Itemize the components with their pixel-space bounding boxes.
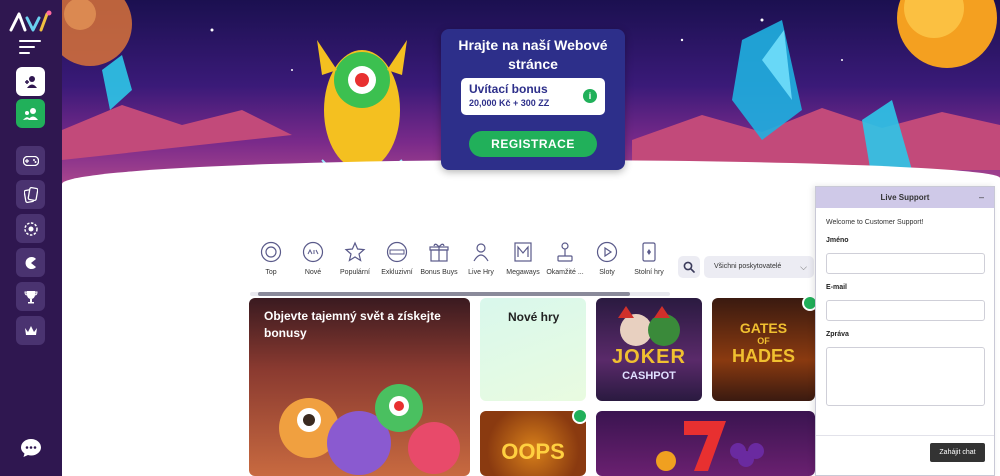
top-icon xyxy=(260,241,282,263)
category-popular[interactable]: Populární xyxy=(334,241,376,289)
sidebar xyxy=(0,0,62,476)
users-add-icon xyxy=(22,107,38,120)
game-tile-oops[interactable]: OOPS xyxy=(480,411,586,476)
dealer-icon xyxy=(473,243,489,262)
page: Hrajte na naší Webové stránce Uvítací bo… xyxy=(0,0,1000,476)
joystick-icon xyxy=(557,242,573,262)
sidebar-item-games[interactable] xyxy=(16,146,45,175)
category-instant[interactable]: Okamžité ... xyxy=(544,241,586,289)
category-label: Top xyxy=(265,269,277,276)
promo-title: Hrajte na naší Webové stránce xyxy=(458,37,608,72)
category-slots[interactable]: Sloty xyxy=(586,241,628,289)
play-icon xyxy=(596,241,618,263)
live-support-title: Live Support xyxy=(880,193,930,202)
new-games-card[interactable]: Nové hry xyxy=(480,298,586,401)
scrollbar-thumb[interactable] xyxy=(258,292,630,296)
sidebar-item-cards[interactable] xyxy=(16,180,45,209)
category-label: Populární xyxy=(340,269,370,276)
menu-toggle-button[interactable] xyxy=(19,40,41,58)
register-button[interactable] xyxy=(16,99,45,128)
new-icon xyxy=(302,241,324,263)
cards-icon xyxy=(23,186,38,203)
oops-title: OOPS xyxy=(501,439,565,464)
category-scrollbar[interactable] xyxy=(250,292,670,296)
category-label: Okamžité ... xyxy=(546,269,584,276)
sidebar-item-vip[interactable] xyxy=(16,316,45,345)
sevens-artwork xyxy=(656,421,764,471)
registration-button[interactable]: REGISTRACE xyxy=(469,131,597,157)
live-support-header: Live Support – xyxy=(816,187,994,208)
category-label: Exkluzivní xyxy=(381,269,413,276)
new-games-title: Nové hry xyxy=(508,310,560,324)
trophy-icon xyxy=(23,290,38,303)
provider-select-value: Všichni poskytovatelé xyxy=(714,263,782,270)
bonus-amount: 20,000 Kč + 300 ZZ xyxy=(469,98,550,108)
name-input[interactable] xyxy=(826,253,985,274)
exclusive-icon xyxy=(386,241,408,263)
category-label: Nové xyxy=(304,269,322,276)
category-label: Sloty xyxy=(599,269,615,276)
crown-icon xyxy=(24,325,37,335)
sidebar-item-live[interactable] xyxy=(16,214,45,243)
game-tile-sevens[interactable] xyxy=(596,411,815,476)
category-label: Megaways xyxy=(506,269,540,276)
joker-title: JOKER xyxy=(612,346,686,368)
user-login-icon xyxy=(24,75,37,88)
category-bar: Top Nové Populární Exkluzivní Bonus Buys… xyxy=(250,241,670,289)
welcome-bonus-box: Uvítací bonus 20,000 Kč + 300 ZZ i xyxy=(461,78,605,115)
card-table-icon xyxy=(642,242,656,262)
category-megaways[interactable]: Megaways xyxy=(502,241,544,289)
category-table-games[interactable]: Stolní hry xyxy=(628,241,670,289)
category-live-games[interactable]: Live Hry xyxy=(460,241,502,289)
star-icon xyxy=(344,241,366,262)
message-label: Zpráva xyxy=(826,331,849,338)
game-tile-gates-of-hades[interactable]: GATES OF HADES xyxy=(712,298,815,401)
bonus-label: Uvítací bonus xyxy=(469,82,548,96)
of-title: OF xyxy=(757,336,770,346)
category-bonus-buys[interactable]: Bonus Buys xyxy=(418,241,460,289)
gift-icon xyxy=(429,243,449,262)
category-top[interactable]: Top xyxy=(250,241,292,289)
category-exclusive[interactable]: Exkluzivní xyxy=(376,241,418,289)
login-button[interactable] xyxy=(16,67,45,96)
info-icon[interactable]: i xyxy=(583,89,597,103)
divider xyxy=(816,435,994,436)
sidebar-item-tournaments[interactable] xyxy=(16,282,45,311)
chevron-down-icon: ⌵ xyxy=(800,262,807,272)
promo-card: Hrajte na naší Webové stránce Uvítací bo… xyxy=(441,29,625,170)
provider-select[interactable]: Všichni poskytovatelé ⌵ xyxy=(704,256,814,278)
hades-title: HADES xyxy=(731,346,795,366)
start-chat-button[interactable]: Zahájit chat xyxy=(930,443,985,462)
chip-icon xyxy=(23,221,38,236)
name-label: Jméno xyxy=(826,237,849,244)
sidebar-item-promotions[interactable] xyxy=(16,248,45,277)
search-icon xyxy=(683,261,695,273)
email-label: E-mail xyxy=(826,284,848,291)
featured-promo-card[interactable]: Objevte tajemný svět a získejte bonusy xyxy=(249,298,470,476)
cashpot-title: CASHPOT xyxy=(622,370,676,382)
message-textarea[interactable] xyxy=(826,347,985,406)
minimize-button[interactable]: – xyxy=(979,187,984,208)
gamepad-icon xyxy=(22,155,39,166)
featured-promo-artwork xyxy=(279,384,460,475)
megaways-icon xyxy=(514,242,532,262)
new-game-badge xyxy=(572,408,588,424)
live-support-panel: Live Support – Welcome to Customer Suppo… xyxy=(815,186,995,476)
category-label: Stolní hry xyxy=(634,269,664,276)
category-label: Live Hry xyxy=(468,269,494,276)
category-new[interactable]: Nové xyxy=(292,241,334,289)
pacman-icon xyxy=(25,256,36,269)
brand-logo[interactable] xyxy=(9,8,53,34)
search-button[interactable] xyxy=(678,256,700,278)
chat-bubble-icon[interactable] xyxy=(19,436,43,460)
category-label: Bonus Buys xyxy=(420,269,458,276)
gates-title: GATES xyxy=(739,320,788,336)
game-tile-joker-cashpot[interactable]: JOKER CASHPOT xyxy=(596,298,702,401)
email-input[interactable] xyxy=(826,300,985,321)
support-welcome-text: Welcome to Customer Support! xyxy=(826,219,924,226)
